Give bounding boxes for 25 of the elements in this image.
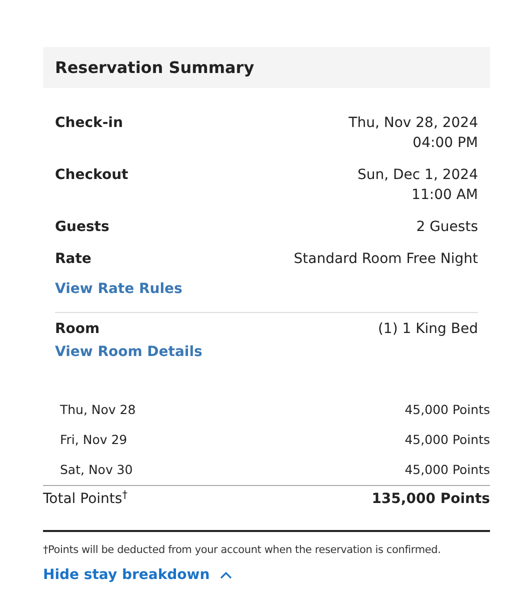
detail-label: Rate	[55, 250, 92, 269]
night-date: Fri, Nov 29	[60, 430, 128, 449]
detail-value: Thu, Nov 28, 2024	[348, 114, 478, 133]
detail-value: (1) 1 King Bed	[378, 320, 478, 339]
footnote-text: †Points will be deducted from your account when the reservation is confirmed.	[43, 543, 442, 558]
view-rate-rules-link[interactable]: View Rate Rules	[55, 279, 182, 299]
night-date: Thu, Nov 28	[60, 400, 136, 419]
night-points: 45,000 Points	[404, 460, 490, 479]
detail-label: Guests	[55, 218, 110, 237]
detail-value: 11:00 AM	[412, 186, 478, 205]
detail-label: Checkout	[55, 166, 128, 185]
summary-header: Reservation Summary	[43, 47, 490, 88]
detail-value: Standard Room Free Night	[294, 250, 478, 269]
detail-label: Room	[55, 320, 100, 339]
total-value: 135,000 Points	[372, 490, 490, 509]
night-date: Sat, Nov 30	[60, 460, 133, 479]
night-points: 45,000 Points	[404, 400, 490, 419]
detail-value: 04:00 PM	[412, 134, 478, 153]
detail-value: Sun, Dec 1, 2024	[357, 166, 478, 185]
night-points: 45,000 Points	[404, 430, 490, 449]
view-room-details-link[interactable]: View Room Details	[55, 342, 202, 362]
total-label: Total Points$^{†}$	[43, 488, 128, 509]
detail-label: Check-in	[55, 114, 123, 133]
hide-breakdown-button[interactable]: Hide stay breakdown	[43, 564, 232, 586]
detail-value: 2 Guests	[416, 218, 478, 237]
